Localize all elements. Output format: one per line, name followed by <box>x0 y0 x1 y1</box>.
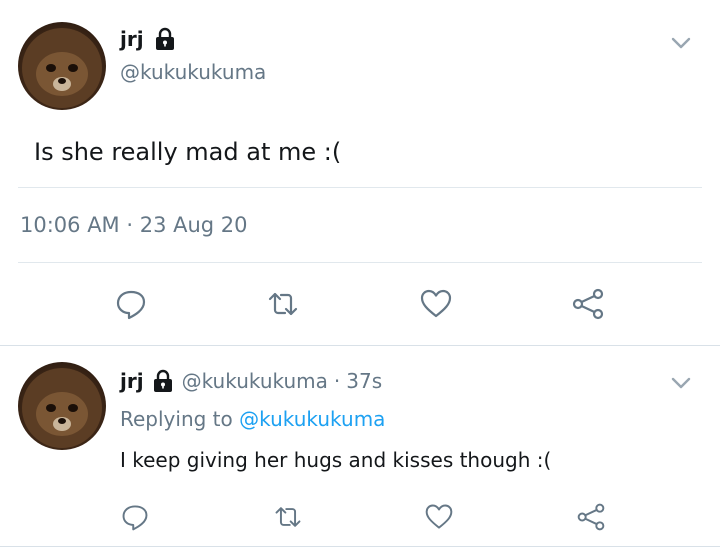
avatar-image <box>22 368 102 448</box>
replying-to-label: Replying to <box>120 407 233 431</box>
divider <box>0 546 720 547</box>
heart-icon[interactable] <box>419 287 453 321</box>
chevron-down-icon[interactable] <box>668 370 694 396</box>
tweet-text: Is she really mad at me :( <box>34 138 342 166</box>
share-icon[interactable] <box>571 287 605 321</box>
replying-to-handle[interactable]: @kukukukuma <box>239 407 385 431</box>
heart-icon[interactable] <box>424 502 454 532</box>
avatar[interactable] <box>18 362 106 450</box>
display-name[interactable]: jrj <box>120 369 144 393</box>
retweet-icon[interactable] <box>273 502 303 532</box>
user-handle[interactable]: @kukukukuma <box>120 60 266 84</box>
reply-icon[interactable] <box>120 502 150 532</box>
retweet-icon[interactable] <box>266 287 300 321</box>
user-handle[interactable]: @kukukukuma <box>182 369 328 393</box>
tweet-age[interactable]: 37s <box>346 369 382 393</box>
tweet-text: I keep giving her hugs and kisses though… <box>120 448 552 472</box>
avatar[interactable] <box>18 22 106 110</box>
reply-icon[interactable] <box>114 287 148 321</box>
lock-icon <box>152 26 178 52</box>
separator-dot: · <box>333 369 341 393</box>
avatar-image <box>22 28 102 108</box>
share-icon[interactable] <box>576 502 606 532</box>
tweet-timestamp[interactable]: 10:06 AM · 23 Aug 20 <box>20 213 248 237</box>
replying-to: Replying to @kukukukuma <box>120 407 385 431</box>
display-name[interactable]: jrj <box>120 27 144 51</box>
chevron-down-icon[interactable] <box>668 30 694 56</box>
divider <box>18 187 702 188</box>
divider <box>0 345 720 346</box>
lock-icon <box>150 368 176 394</box>
divider <box>18 262 702 263</box>
